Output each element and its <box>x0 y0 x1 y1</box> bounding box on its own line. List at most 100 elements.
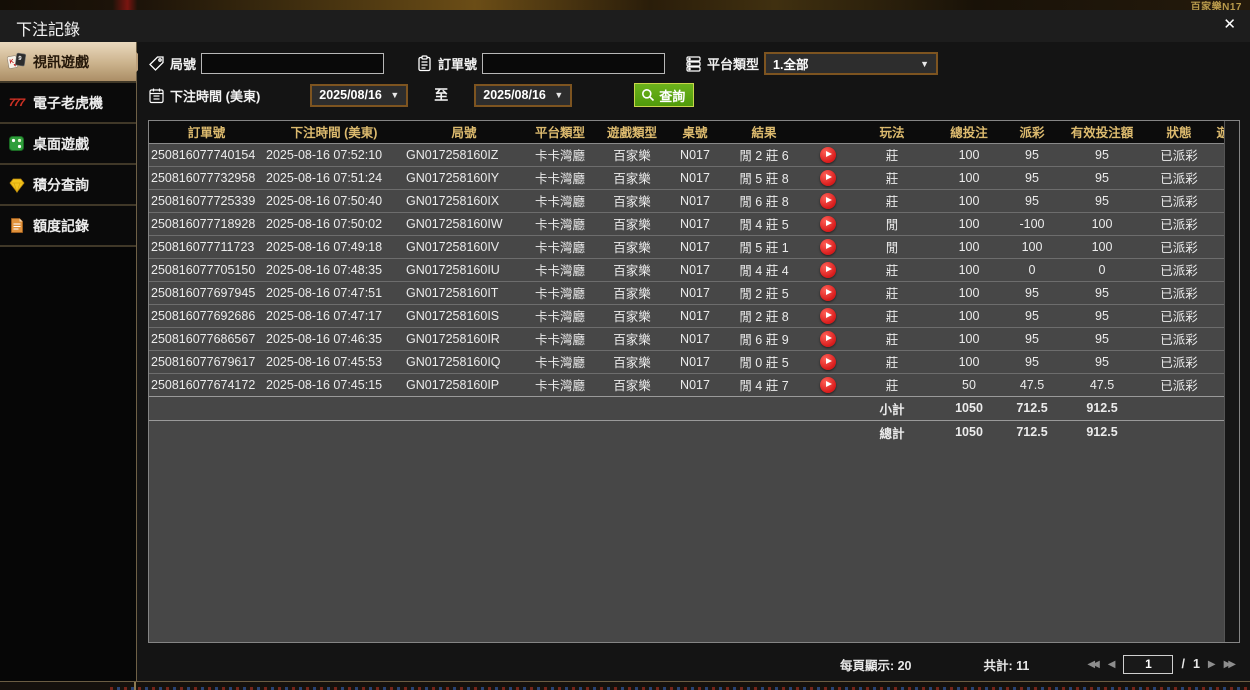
replay-icon[interactable] <box>820 261 836 278</box>
cell-game-type: 百家樂 <box>596 234 668 258</box>
replay-icon[interactable] <box>820 146 836 163</box>
cell-total-bet: 100 <box>958 147 980 162</box>
summary-total-bet: 1050 <box>934 395 1004 420</box>
cell-status: 已派彩 <box>1144 257 1214 281</box>
cell-bet-side: 莊 <box>850 349 934 373</box>
cell-game-type: 百家樂 <box>596 188 668 212</box>
replay-icon[interactable] <box>820 192 836 209</box>
cell-status: 已派彩 <box>1144 372 1214 396</box>
screen: 百家樂N17 下注記錄 ✕ K ♥ 9 視訊遊戲 777 電子老虎機 桌面遊戲 … <box>0 0 1250 690</box>
clipboard-icon <box>418 55 431 72</box>
background-gold-line <box>134 682 136 690</box>
sidebar-item-label: 電子老虎機 <box>33 94 103 111</box>
cell-payout: 100 <box>1004 234 1060 258</box>
date-from-select[interactable]: 2025/08/16 ▼ <box>310 83 409 107</box>
cell-round-no: GN017258160IV <box>404 234 524 258</box>
cell-platform: 卡卡灣廳 <box>524 326 596 350</box>
cell-status: 已派彩 <box>1144 234 1214 258</box>
records-table: 訂單號 下注時間 (美東) 局號 平台類型 遊戲類型 桌號 結果 玩法 總投注 派彩 有效投注額 狀態… <box>149 121 1239 444</box>
next-page-icon[interactable]: ▶ <box>1208 659 1216 670</box>
column-header: 訂單號 <box>149 121 264 144</box>
scrollbar-track[interactable] <box>1224 121 1239 642</box>
cell-replay <box>806 234 850 258</box>
summary-payout: 712.5 <box>1004 419 1060 444</box>
column-header: 總投注 <box>934 121 1004 144</box>
cell-order-no: 250816077725339 <box>149 188 264 212</box>
grand-total-row: 總計 1050 712.5 912.5 <box>149 419 1239 444</box>
replay-icon[interactable] <box>820 353 836 370</box>
cell-bet-time: 2025-08-16 07:52:10 <box>266 147 383 162</box>
cell-bet-time: 2025-08-16 07:46:35 <box>264 326 404 350</box>
cell-game-type: 百家樂 <box>613 149 651 163</box>
cell-bet-time: 2025-08-16 07:47:51 <box>264 280 404 304</box>
cell-table-no: N017 <box>668 211 722 235</box>
cell-replay <box>806 326 850 350</box>
cell-platform: 卡卡灣廳 <box>524 257 596 281</box>
cell-round-no: GN017258160IT <box>404 280 524 304</box>
cell-valid-bet: 95 <box>1060 326 1144 350</box>
cell-order-no: 250816077711723 <box>149 234 264 258</box>
last-page-icon[interactable]: ▶▶ <box>1224 659 1236 670</box>
cell-bet-side: 莊 <box>850 372 934 396</box>
cell-payout: 95 <box>1004 303 1060 327</box>
cell-valid-bet: 95 <box>1095 147 1109 162</box>
column-header: 桌號 <box>668 121 722 144</box>
round-no-input[interactable] <box>201 53 385 74</box>
cell-status: 已派彩 <box>1144 349 1214 373</box>
close-icon[interactable]: ✕ <box>1223 16 1236 34</box>
replay-icon[interactable] <box>820 238 836 255</box>
cell-replay <box>806 211 850 235</box>
cell-valid-bet: 95 <box>1060 349 1144 373</box>
cell-order-no: 250816077692686 <box>149 303 264 327</box>
prev-page-icon[interactable]: ◀ <box>1108 659 1116 670</box>
cell-total-bet: 100 <box>934 303 1004 327</box>
cell-order-no: 250816077740154 <box>151 147 256 162</box>
replay-icon[interactable] <box>820 169 836 186</box>
cell-platform: 卡卡灣廳 <box>524 234 596 258</box>
cell-replay <box>806 165 850 189</box>
cell-result: 閒 4 莊 5 <box>722 211 806 235</box>
sidebar-item-video-games[interactable]: K ♥ 9 視訊遊戲 <box>0 42 147 83</box>
cell-bet-time: 2025-08-16 07:47:17 <box>264 303 404 327</box>
cell-replay <box>806 280 850 304</box>
records-table-container: 訂單號 下注時間 (美東) 局號 平台類型 遊戲類型 桌號 結果 玩法 總投注 派彩 有效投注額 狀態… <box>148 120 1240 643</box>
cell-order-no: 250816077718928 <box>149 211 264 235</box>
cell-round-no: GN017258160IX <box>404 188 524 212</box>
cell-total-bet: 100 <box>934 211 1004 235</box>
search-button-label: 查詢 <box>659 88 686 104</box>
summary-total-bet: 1050 <box>934 419 1004 444</box>
sidebar-item-points[interactable]: 積分查詢 <box>0 165 136 206</box>
diamond-icon <box>7 175 26 194</box>
cell-platform: 卡卡灣廳 <box>524 188 596 212</box>
sidebar-item-table-games[interactable]: 桌面遊戲 <box>0 124 136 165</box>
cell-order-no: 250816077679617 <box>149 349 264 373</box>
total-count-label: 共計: 11 <box>983 658 1030 673</box>
table-row: 250816077674172 2025-08-16 07:45:15 GN0172… <box>149 372 1239 396</box>
cell-bet-time: 2025-08-16 07:48:35 <box>264 257 404 281</box>
cell-table-no: N017 <box>668 280 722 304</box>
cell-bet-side: 莊 <box>850 280 934 304</box>
cell-platform: 卡卡灣廳 <box>524 280 596 304</box>
cell-table-no: N017 <box>680 147 710 162</box>
replay-icon[interactable] <box>820 376 836 393</box>
search-button[interactable]: 查詢 <box>634 83 695 107</box>
summary-valid-bet: 912.5 <box>1060 419 1144 444</box>
replay-icon[interactable] <box>820 284 836 301</box>
date-to-select[interactable]: 2025/08/16 ▼ <box>474 83 573 107</box>
filter-panel: 局號 訂單號 平台類型 1.全部 ▼ 下注時間 (美東) 2025/08/16 … <box>148 52 1240 116</box>
order-no-input[interactable] <box>482 53 666 74</box>
replay-icon[interactable] <box>820 215 836 232</box>
bet-records-dialog: 下注記錄 ✕ K ♥ 9 視訊遊戲 777 電子老虎機 桌面遊戲 積分查詢 額度… <box>0 10 1250 682</box>
replay-icon[interactable] <box>820 307 836 324</box>
platform-type-select[interactable]: 1.全部 ▼ <box>764 52 939 75</box>
sidebar-item-credit-records[interactable]: 額度記錄 <box>0 206 136 247</box>
cell-total-bet: 100 <box>934 165 1004 189</box>
cell-game-type: 百家樂 <box>596 349 668 373</box>
background-bottom-strip <box>0 682 1250 690</box>
page-number-input[interactable] <box>1123 654 1174 674</box>
first-page-icon[interactable]: ◀◀ <box>1087 659 1099 670</box>
cell-table-no: N017 <box>668 349 722 373</box>
sidebar-item-slots[interactable]: 777 電子老虎機 <box>0 83 136 124</box>
replay-icon[interactable] <box>820 330 836 347</box>
table-row: 250816077740154 2025-08-16 07:52:10 GN0172… <box>149 143 1239 166</box>
